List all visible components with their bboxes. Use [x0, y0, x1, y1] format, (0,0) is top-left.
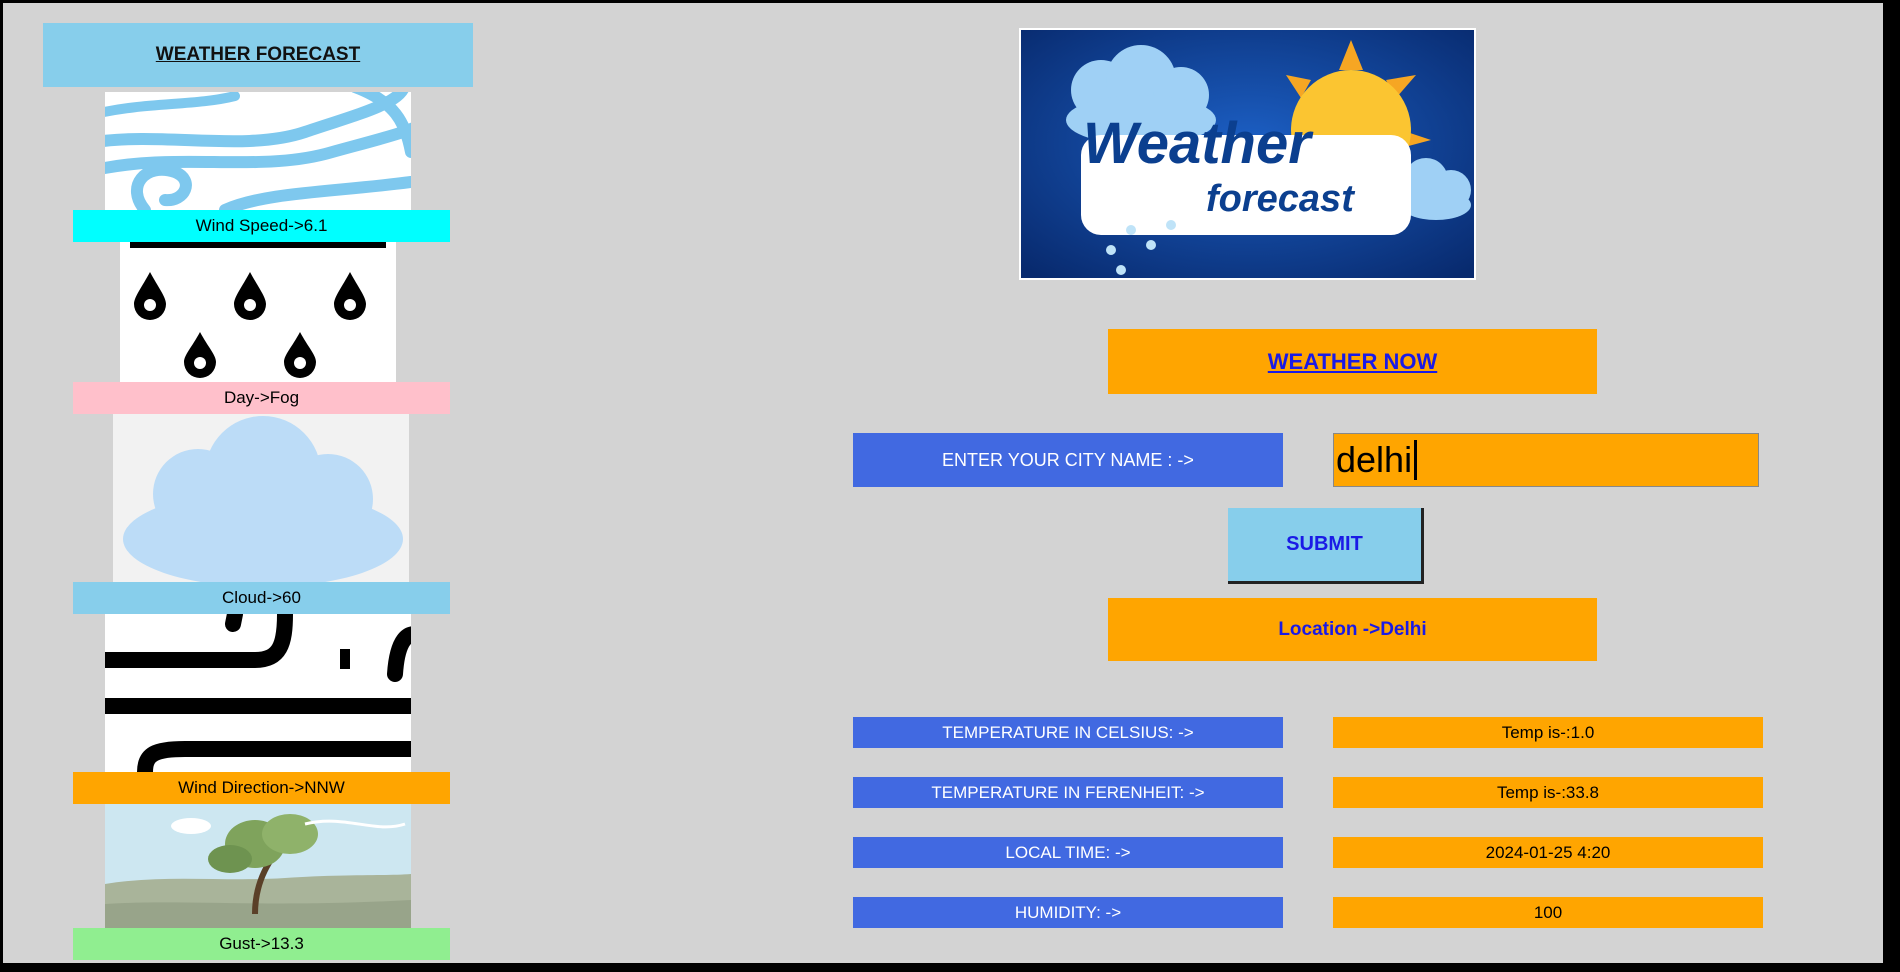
- gust-tree-icon: [105, 804, 411, 928]
- sidebar-title: WEATHER FORECAST: [43, 23, 473, 87]
- humidity-label: HUMIDITY: ->: [853, 897, 1283, 928]
- city-input[interactable]: delhi: [1333, 433, 1759, 487]
- humidity-value: 100: [1333, 897, 1763, 928]
- day-label: Day->Fog: [73, 382, 450, 414]
- cloud-icon: [113, 414, 409, 582]
- text-caret: [1414, 440, 1418, 480]
- fahrenheit-label: TEMPERATURE IN FERENHEIT: ->: [853, 777, 1283, 808]
- local-time-value: 2024-01-25 4:20: [1333, 837, 1763, 868]
- submit-button[interactable]: SUBMIT: [1228, 508, 1424, 584]
- rain-drops-icon: [120, 242, 396, 382]
- weather-forecast-banner: Weather forecast: [1019, 28, 1476, 280]
- app-window: WEATHER FORECAST Wind Speed->6.1 Day->Fo…: [3, 3, 1883, 963]
- city-name-label: ENTER YOUR CITY NAME : ->: [853, 433, 1283, 487]
- wind-direction-label: Wind Direction->NNW: [73, 772, 450, 804]
- fahrenheit-value: Temp is-:33.8: [1333, 777, 1763, 808]
- cloud-label: Cloud->60: [73, 582, 450, 614]
- celsius-value: Temp is-:1.0: [1333, 717, 1763, 748]
- banner-text-weather: Weather: [1083, 111, 1311, 176]
- wind-icon: [105, 92, 411, 210]
- local-time-label: LOCAL TIME: ->: [853, 837, 1283, 868]
- celsius-label: TEMPERATURE IN CELSIUS: ->: [853, 717, 1283, 748]
- weather-now-link[interactable]: WEATHER NOW: [1268, 349, 1437, 375]
- weather-now-header[interactable]: WEATHER NOW: [1108, 329, 1597, 394]
- location-display: Location ->Delhi: [1108, 598, 1597, 661]
- gust-label: Gust->13.3: [73, 928, 450, 960]
- city-input-value[interactable]: delhi: [1336, 439, 1412, 481]
- banner-text-forecast: forecast: [1206, 178, 1354, 220]
- wind-direction-icon: [105, 614, 411, 772]
- wind-speed-label: Wind Speed->6.1: [73, 210, 450, 242]
